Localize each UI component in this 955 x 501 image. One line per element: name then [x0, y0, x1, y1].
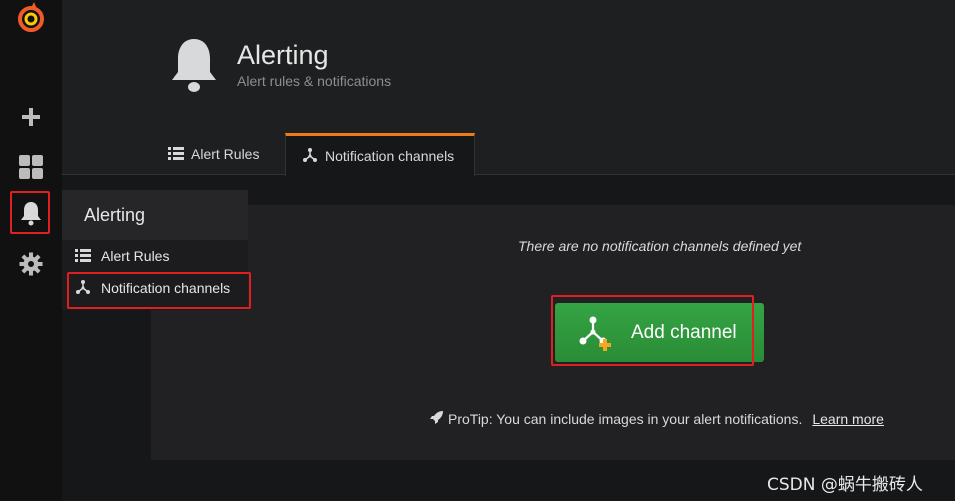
list-icon	[168, 146, 184, 163]
tab-notification-channels[interactable]: Notification channels	[285, 133, 475, 176]
bell-icon	[168, 36, 220, 99]
protip-text: ProTip: You can include images in your a…	[448, 410, 803, 427]
flyout-item-alert-rules[interactable]: Alert Rules	[62, 241, 248, 271]
dashboard-icon[interactable]	[0, 147, 62, 187]
add-button-highlight-box	[551, 295, 754, 366]
learn-more-link[interactable]: Learn more	[812, 411, 884, 427]
bell-highlight-box	[10, 191, 50, 234]
empty-state-message: There are no notification channels defin…	[518, 238, 802, 254]
tab-label: Alert Rules	[191, 146, 260, 162]
flyout-highlight-box	[67, 272, 251, 309]
list-icon	[75, 248, 91, 265]
flyout-title[interactable]: Alerting	[62, 190, 248, 240]
tab-alert-rules[interactable]: Alert Rules	[168, 133, 259, 175]
protip: ProTip: You can include images in your a…	[430, 410, 884, 427]
flyout-item-label: Alert Rules	[101, 248, 170, 264]
rocket-icon	[430, 410, 444, 427]
page-subtitle: Alert rules & notifications	[237, 73, 392, 89]
watermark: CSDN @蜗牛搬砖人	[767, 475, 923, 495]
tab-divider	[62, 174, 955, 175]
plus-icon[interactable]	[0, 97, 62, 137]
gear-icon[interactable]	[0, 244, 62, 284]
side-menu	[0, 0, 62, 501]
grafana-logo-icon[interactable]	[0, 0, 62, 36]
active-tab-gap	[286, 174, 474, 175]
tab-label: Notification channels	[325, 148, 455, 164]
channels-icon	[302, 147, 318, 166]
page-title: Alerting	[237, 40, 329, 70]
